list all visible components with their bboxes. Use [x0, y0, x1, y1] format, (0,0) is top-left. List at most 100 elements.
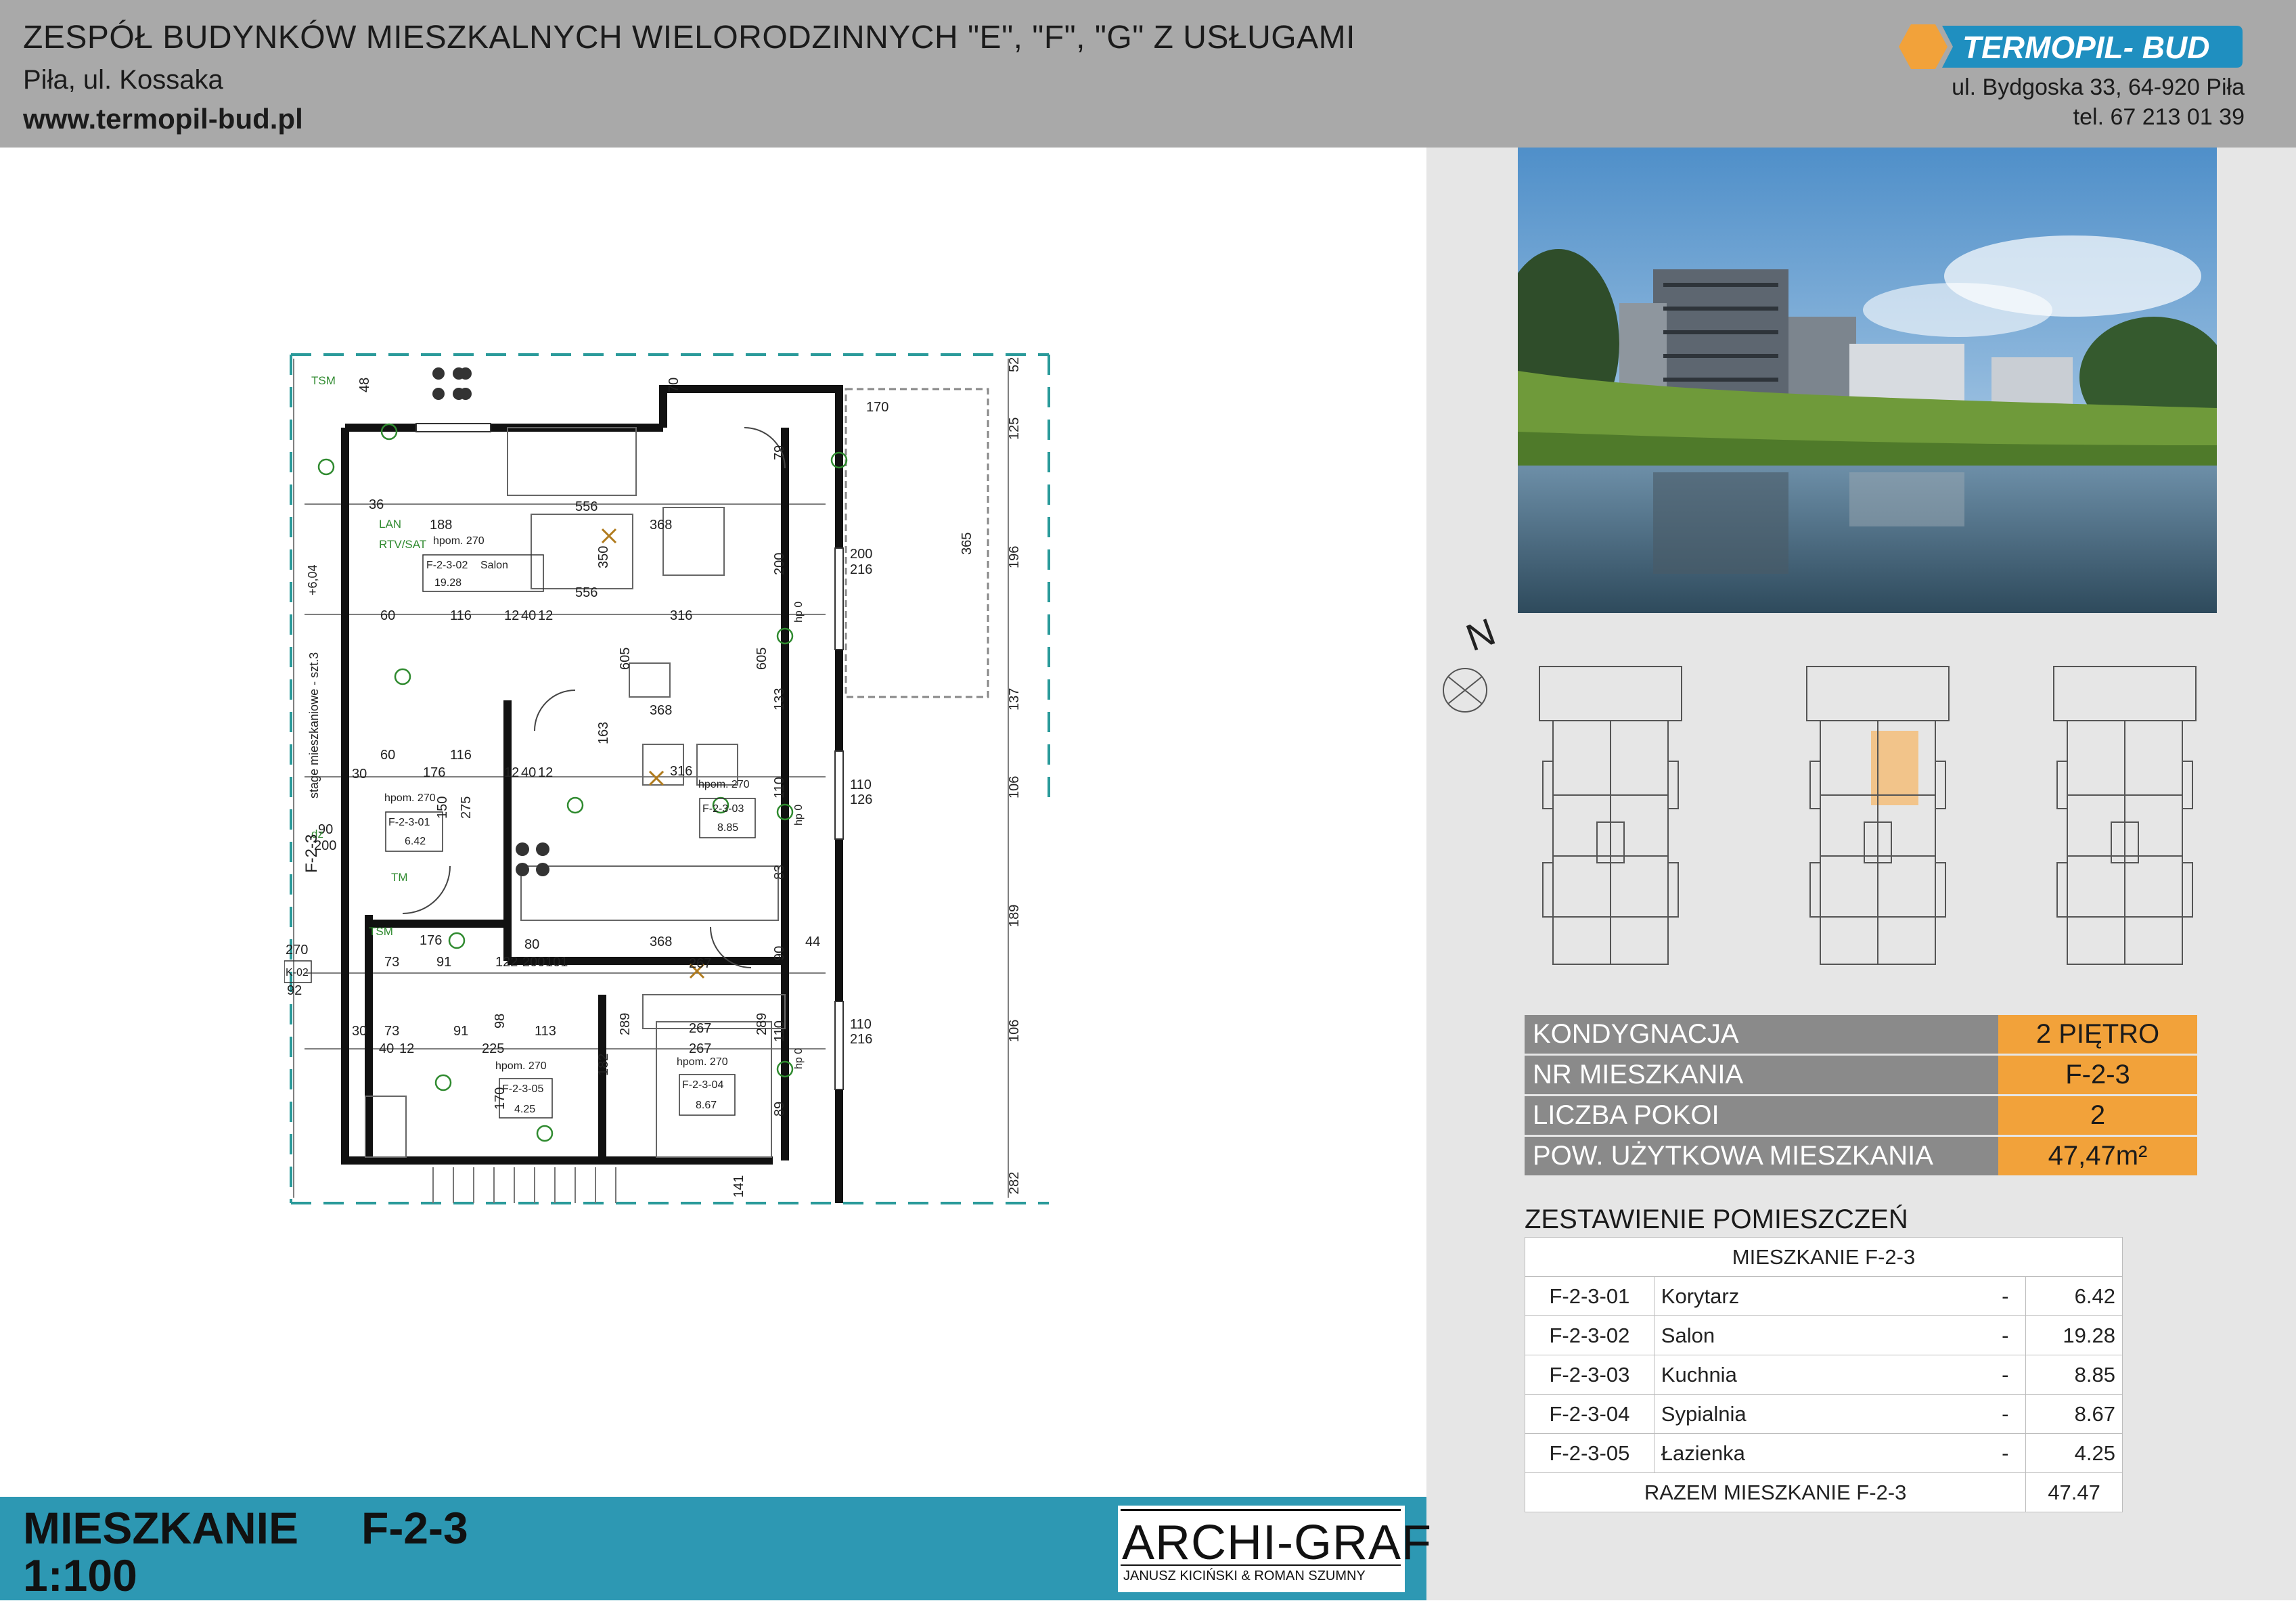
table-row: F-2-3-04 Sypialnia - 8.67 — [1525, 1394, 2123, 1434]
room-02-area: 19.28 — [434, 577, 462, 589]
room-04-area: 8.67 — [696, 1100, 717, 1111]
room-02-id: F-2-3-02 — [426, 560, 468, 571]
north-label: N — [1460, 610, 1501, 659]
dim-70: 70 — [667, 378, 681, 392]
architect-logo-rule — [1121, 1509, 1401, 1511]
dim-605-a: 605 — [618, 648, 633, 670]
room-05-id: F-2-3-05 — [502, 1083, 543, 1095]
dim-289-b: 289 — [755, 1013, 769, 1035]
dim-267-b: 267 — [689, 1021, 711, 1036]
north-arrow: N — [1443, 610, 1501, 713]
dim-101: 101 — [545, 955, 568, 970]
keyplan-building-g — [2053, 666, 2197, 965]
room-04-height: hpom. 270 — [677, 1056, 728, 1068]
room-area: 8.67 — [2025, 1394, 2123, 1434]
info-value: 2 PIĘTRO — [1998, 1015, 2197, 1054]
room-dash: - — [1985, 1355, 2027, 1395]
table-row: F-2-3-02 Salon - 19.28 — [1525, 1315, 2123, 1355]
room-01-height: hpom. 270 — [384, 792, 436, 804]
stair-label: stage mieszkaniowe - szt.3 — [307, 652, 321, 798]
table-row: F-2-3-01 Korytarz - 6.42 — [1525, 1276, 2123, 1316]
info-label: NR MIESZKANIA — [1525, 1056, 1998, 1094]
room-03-id: F-2-3-03 — [702, 803, 744, 815]
room-id: F-2-3-04 — [1525, 1394, 1655, 1434]
dim-316-mid: 316 — [670, 764, 692, 779]
rtv-socket-label: RTV/SAT — [379, 538, 426, 551]
room-id: F-2-3-01 — [1525, 1276, 1655, 1316]
floor-plan-drawing: hpom. 270 F-2-3-02 Salon 19.28 hpom. 270… — [284, 353, 1050, 1204]
dim-48: 48 — [357, 378, 372, 392]
dim-137: 137 — [1007, 688, 1022, 711]
dim-556-bottom: 556 — [575, 585, 598, 600]
dim-170-bath: 170 — [493, 1087, 508, 1110]
dim-12-d: 12 — [538, 765, 553, 780]
dim-30-a: 30 — [352, 767, 367, 782]
room-area: 6.42 — [2025, 1276, 2123, 1316]
dim-40-b: 40 — [521, 765, 536, 780]
dim-133: 133 — [772, 688, 787, 711]
dim-110-b: 110 — [850, 1017, 872, 1032]
room-name: Korytarz — [1653, 1276, 1985, 1316]
room-05-area: 4.25 — [514, 1104, 535, 1115]
stair-treads — [432, 1167, 616, 1203]
cooktop — [516, 842, 549, 876]
dim-106-a: 106 — [1007, 776, 1022, 798]
dim-40-a: 40 — [521, 608, 536, 623]
dim-60-a: 60 — [380, 608, 395, 623]
drawing-scale: 1:100 — [23, 1550, 137, 1600]
light-markers — [601, 528, 705, 979]
table-total-row: RAZEM MIESZKANIE F-2-3 47.47 — [1524, 1472, 2123, 1512]
dim-52: 52 — [1007, 357, 1022, 372]
dim-92: 92 — [287, 983, 302, 998]
elevation-label: +6,04 — [306, 564, 319, 595]
company-phone: tel. 67 213 01 39 — [2073, 104, 2245, 130]
room-area: 4.25 — [2025, 1433, 2123, 1473]
room-dash: - — [1985, 1315, 2027, 1355]
room-03-height: hpom. 270 — [698, 779, 750, 790]
info-value: 47,47m² — [1998, 1137, 2197, 1175]
table-row: F-2-3-05 Łazienka - 4.25 — [1525, 1433, 2123, 1473]
dim-196: 196 — [1007, 546, 1022, 568]
room-05-height: hpom. 270 — [495, 1060, 547, 1072]
table-header-row: MIESZKANIE F-2-3 — [1525, 1237, 2123, 1277]
dim-270: 270 — [286, 943, 308, 957]
info-value: 2 — [1998, 1096, 2197, 1135]
info-row-floor: KONDYGNACJA 2 PIĘTRO — [1525, 1015, 2201, 1054]
dim-91-b: 91 — [453, 1024, 468, 1039]
dim-216-b: 216 — [850, 1032, 872, 1047]
dim-275: 275 — [459, 796, 474, 819]
dim-368-kitchen: 368 — [650, 703, 672, 718]
dim-189: 189 — [1007, 905, 1022, 927]
room-01-id: F-2-3-01 — [388, 817, 430, 828]
info-row-usable-area: POW. UŻYTKOWA MIESZKANIA 47,47m² — [1525, 1137, 2201, 1175]
dim-91-a: 91 — [436, 955, 451, 970]
website-link[interactable]: www.termopil-bud.pl — [23, 103, 303, 135]
room-02-name: Salon — [480, 560, 508, 571]
room-dash: - — [1985, 1276, 2027, 1316]
dim-200-b: 200 — [522, 955, 545, 970]
plan-dimension-lines — [293, 359, 1009, 1198]
lan-socket-label: LAN — [379, 518, 401, 531]
dim-90-kitchen: 90 — [772, 946, 787, 961]
dim-176-lower: 176 — [420, 933, 442, 948]
dim-182: 182 — [596, 1054, 611, 1076]
info-label: POW. UŻYTKOWA MIESZKANIA — [1525, 1137, 1998, 1175]
dim-605-b: 605 — [755, 648, 769, 670]
info-row-room-count: LICZBA POKOI 2 — [1525, 1096, 2201, 1135]
dim-73-a: 73 — [384, 955, 399, 970]
dim-126: 126 — [850, 792, 872, 807]
architect-partners: JANUSZ KICIŃSKI & ROMAN SZUMNY — [1123, 1569, 1366, 1583]
dim-350: 350 — [596, 546, 611, 568]
dim-73-b: 73 — [384, 1024, 399, 1039]
dim-170: 170 — [866, 400, 888, 415]
room-name: Kuchnia — [1653, 1355, 1985, 1395]
dim-116-top: 116 — [450, 608, 472, 623]
dim-188: 188 — [430, 518, 452, 533]
dim-200: 200 — [850, 547, 872, 562]
room-name: Łazienka — [1653, 1433, 1985, 1473]
project-title: ZESPÓŁ BUDYNKÓW MIESZKALNYCH WIELORODZIN… — [23, 20, 1355, 55]
rooms-summary-title: ZESTAWIENIE POMIESZCZEŃ — [1525, 1204, 1908, 1234]
dim-267-a: 267 — [689, 956, 711, 971]
table-header: MIESZKANIE F-2-3 — [1525, 1237, 2123, 1277]
termopil-bud-logo: TERMOPIL- BUD — [1899, 24, 2243, 69]
